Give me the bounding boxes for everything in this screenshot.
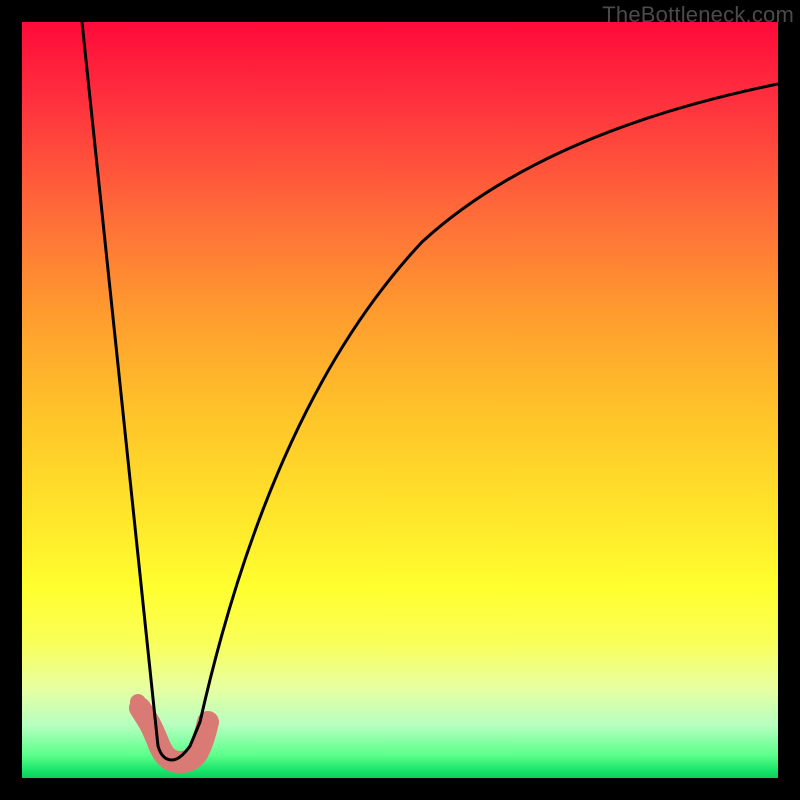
marker-shape: [140, 708, 208, 762]
plot-area: [22, 22, 778, 778]
bottleneck-curve: [82, 22, 778, 760]
chart-frame: [22, 22, 778, 778]
marker-dot-1: [130, 694, 146, 710]
chart-svg: [22, 22, 778, 778]
